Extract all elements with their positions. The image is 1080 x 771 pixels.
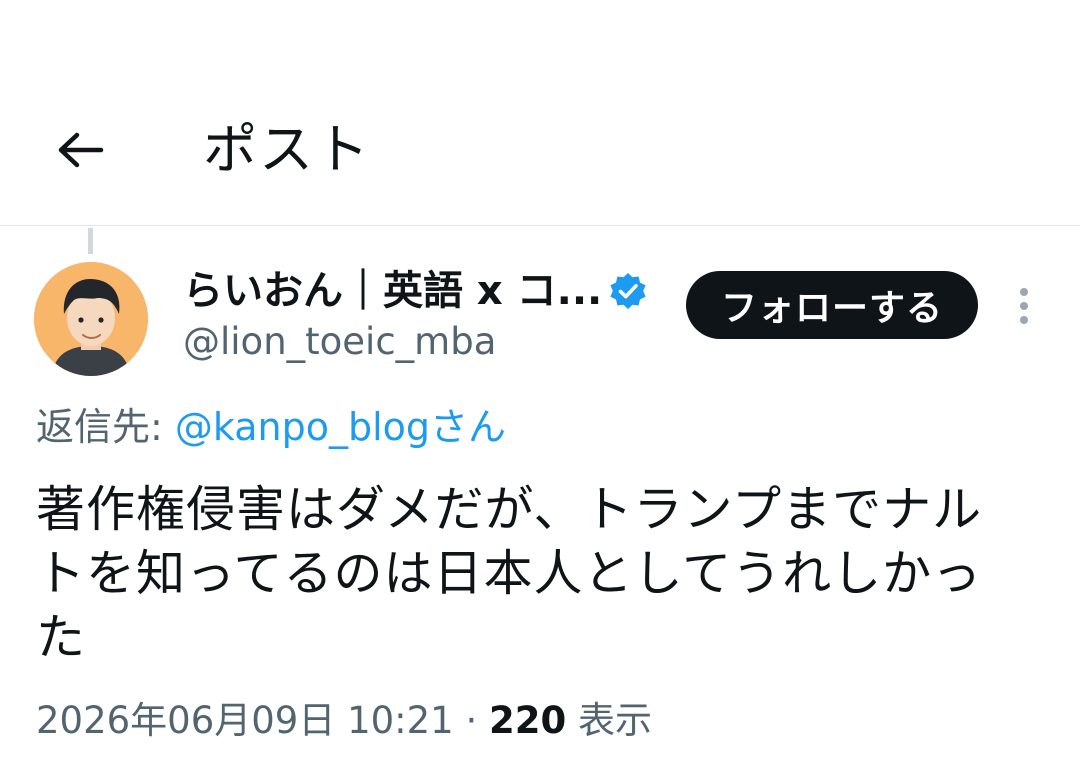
post-timestamp[interactable]: 2026年06月09日 10:21 <box>36 699 454 742</box>
post-text-line: トを知ってるのは日本人としてうれしかっ <box>36 545 983 602</box>
post-text: 著作権侵害はダメだが、トランプまでナル トを知ってるのは日本人としてうれしかっ … <box>36 478 1036 670</box>
arrow-left-icon <box>58 132 104 168</box>
more-options-button[interactable] <box>1004 280 1044 332</box>
reply-target-link[interactable]: @kanpo_blogさん <box>175 405 506 449</box>
author-handle[interactable]: @lion_toeic_mba <box>183 318 496 366</box>
thread-connector <box>88 228 93 254</box>
post-text-line: た <box>36 609 87 666</box>
reply-prefix: 返信先: <box>36 405 175 449</box>
more-vertical-icon-dot <box>1020 316 1028 324</box>
avatar[interactable] <box>34 262 148 376</box>
author-name-row[interactable]: らいおん｜英語 x コ... <box>183 265 648 317</box>
author-display-name[interactable]: らいおん｜英語 x コ... <box>183 265 602 317</box>
back-button[interactable] <box>50 122 110 178</box>
page-title: ポスト <box>203 118 371 181</box>
meta-separator: · <box>453 699 490 742</box>
post-text-line: 著作権侵害はダメだが、トランプまでナル <box>36 481 983 538</box>
more-vertical-icon-dot <box>1020 288 1028 296</box>
reply-context: 返信先: @kanpo_blogさん <box>36 402 506 452</box>
top-bar: ポスト <box>0 0 1080 226</box>
post-meta: 2026年06月09日 10:21 · 220 表示 <box>36 697 652 745</box>
verified-badge-icon <box>610 273 646 309</box>
more-vertical-icon-dot <box>1020 302 1028 310</box>
views-count: 220 <box>489 699 567 742</box>
avatar-illustration <box>34 262 148 376</box>
views-label: 表示 <box>566 699 653 742</box>
follow-button[interactable]: フォローする <box>686 271 978 339</box>
